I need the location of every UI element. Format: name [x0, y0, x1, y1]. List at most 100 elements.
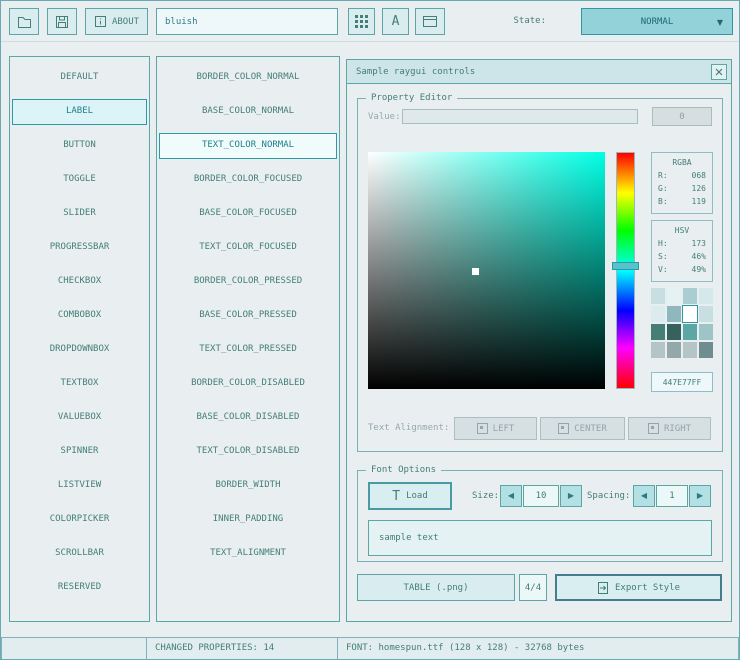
- control-item-label[interactable]: LABEL: [12, 99, 147, 125]
- control-item-spinner[interactable]: SPINNER: [12, 439, 147, 465]
- value-label: Value:: [368, 112, 401, 122]
- size-increase-button[interactable]: ▶: [560, 485, 582, 507]
- right-arrow-icon: ▶: [568, 492, 574, 500]
- spacing-value-box[interactable]: 1: [656, 485, 688, 507]
- control-item-reserved[interactable]: RESERVED: [12, 575, 147, 601]
- control-item-scrollbar[interactable]: SCROLLBAR: [12, 541, 147, 567]
- sample-text-box[interactable]: sample text: [368, 520, 712, 556]
- hue-slider-handle[interactable]: [612, 262, 639, 270]
- open-style-button[interactable]: [9, 8, 39, 35]
- spacing-decrease-button[interactable]: ◀: [633, 485, 655, 507]
- property-item-text_alignment[interactable]: TEXT_ALIGNMENT: [159, 541, 337, 567]
- spacing-increase-button[interactable]: ▶: [689, 485, 711, 507]
- export-style-button[interactable]: Export Style: [555, 574, 722, 601]
- about-button-label: ABOUT: [112, 17, 139, 27]
- rgba-r-row: R: 068: [658, 169, 706, 182]
- font-options-group-label: Font Options: [366, 465, 441, 476]
- b-label: B:: [658, 195, 668, 208]
- style-color-swatch[interactable]: [699, 324, 713, 340]
- property-item-border_color_disabled[interactable]: BORDER_COLOR_DISABLED: [159, 371, 337, 397]
- control-item-toggle[interactable]: TOGGLE: [12, 167, 147, 193]
- size-value-box[interactable]: 10: [523, 485, 559, 507]
- property-item-base_color_disabled[interactable]: BASE_COLOR_DISABLED: [159, 405, 337, 431]
- property-item-base_color_focused[interactable]: BASE_COLOR_FOCUSED: [159, 201, 337, 227]
- style-color-swatch[interactable]: [667, 306, 681, 322]
- size-decrease-button[interactable]: ◀: [500, 485, 522, 507]
- value-slider[interactable]: [402, 109, 638, 124]
- spacing-value-text: 1: [669, 491, 674, 501]
- window-icon: [422, 15, 438, 28]
- text-alignment-label: Text Alignment:: [368, 423, 449, 433]
- property-item-text_color_normal[interactable]: TEXT_COLOR_NORMAL: [159, 133, 337, 159]
- property-item-border_color_pressed[interactable]: BORDER_COLOR_PRESSED: [159, 269, 337, 295]
- color-saturation-value-panel[interactable]: [368, 152, 605, 389]
- control-item-combobox[interactable]: COMBOBOX: [12, 303, 147, 329]
- style-color-swatch[interactable]: [651, 342, 665, 358]
- save-style-button[interactable]: [47, 8, 77, 35]
- letter-a-icon: A: [392, 14, 400, 29]
- control-item-colorpicker[interactable]: COLORPICKER: [12, 507, 147, 533]
- control-item-valuebox[interactable]: VALUEBOX: [12, 405, 147, 431]
- align-left-button[interactable]: LEFT: [454, 417, 537, 440]
- state-dropdown[interactable]: NORMAL ▼: [581, 8, 733, 35]
- left-arrow-icon: ◀: [641, 492, 647, 500]
- export-style-label: Export Style: [615, 583, 680, 593]
- export-format-button[interactable]: TABLE (.png): [357, 574, 515, 601]
- style-color-swatch[interactable]: [683, 342, 697, 358]
- control-item-button[interactable]: BUTTON: [12, 133, 147, 159]
- control-item-listview[interactable]: LISTVIEW: [12, 473, 147, 499]
- property-item-inner_padding[interactable]: INNER_PADDING: [159, 507, 337, 533]
- control-item-dropdownbox[interactable]: DROPDOWNBOX: [12, 337, 147, 363]
- table-view-button[interactable]: [348, 8, 375, 35]
- control-item-slider[interactable]: SLIDER: [12, 201, 147, 227]
- style-color-swatch[interactable]: [651, 288, 665, 304]
- control-item-textbox[interactable]: TEXTBOX: [12, 371, 147, 397]
- style-color-swatch[interactable]: [699, 306, 713, 322]
- property-item-base_color_pressed[interactable]: BASE_COLOR_PRESSED: [159, 303, 337, 329]
- property-item-border_width[interactable]: BORDER_WIDTH: [159, 473, 337, 499]
- pages-value-box[interactable]: 4/4: [519, 574, 547, 601]
- v-value: 49%: [692, 263, 706, 276]
- font-atlas-button[interactable]: A: [382, 8, 409, 35]
- hex-value-box[interactable]: 447E77FF: [651, 372, 713, 392]
- property-item-text_color_pressed[interactable]: TEXT_COLOR_PRESSED: [159, 337, 337, 363]
- statusbar-cell-empty: [1, 637, 147, 660]
- window-view-button[interactable]: [415, 8, 445, 35]
- control-item-checkbox[interactable]: CHECKBOX: [12, 269, 147, 295]
- about-button[interactable]: ABOUT: [85, 8, 148, 35]
- style-color-swatch[interactable]: [699, 342, 713, 358]
- property-item-border_color_focused[interactable]: BORDER_COLOR_FOCUSED: [159, 167, 337, 193]
- property-item-text_color_disabled[interactable]: TEXT_COLOR_DISABLED: [159, 439, 337, 465]
- style-name-input[interactable]: [156, 8, 338, 35]
- hue-bar[interactable]: [616, 152, 635, 389]
- style-color-swatch[interactable]: [667, 288, 681, 304]
- align-center-icon: [558, 423, 569, 434]
- style-color-swatch[interactable]: [683, 324, 697, 340]
- pages-value-text: 4/4: [525, 583, 541, 593]
- h-value: 173: [692, 237, 706, 250]
- load-font-button[interactable]: T Load: [368, 482, 452, 510]
- property-item-base_color_normal[interactable]: BASE_COLOR_NORMAL: [159, 99, 337, 125]
- rgba-header: RGBA: [658, 156, 706, 169]
- style-color-swatch[interactable]: [667, 324, 681, 340]
- value-box-text: 0: [679, 112, 684, 122]
- style-color-swatch[interactable]: [683, 288, 697, 304]
- style-color-swatch[interactable]: [651, 324, 665, 340]
- control-item-default[interactable]: DEFAULT: [12, 65, 147, 91]
- property-editor-group-label: Property Editor: [366, 93, 457, 104]
- value-box[interactable]: 0: [652, 107, 712, 126]
- align-left-label: LEFT: [493, 424, 515, 434]
- style-color-swatch[interactable]: [683, 306, 697, 322]
- grid-icon: [355, 15, 368, 28]
- style-color-swatch[interactable]: [667, 342, 681, 358]
- style-color-swatch[interactable]: [651, 306, 665, 322]
- close-button[interactable]: [711, 64, 727, 80]
- align-center-button[interactable]: CENTER: [540, 417, 625, 440]
- style-color-swatch[interactable]: [699, 288, 713, 304]
- property-item-border_color_normal[interactable]: BORDER_COLOR_NORMAL: [159, 65, 337, 91]
- property-item-text_color_focused[interactable]: TEXT_COLOR_FOCUSED: [159, 235, 337, 261]
- control-item-progressbar[interactable]: PROGRESSBAR: [12, 235, 147, 261]
- sample-controls-window: Sample raygui controls Property Editor V…: [346, 59, 732, 622]
- hsv-h-row: H: 173: [658, 237, 706, 250]
- align-right-button[interactable]: RIGHT: [628, 417, 711, 440]
